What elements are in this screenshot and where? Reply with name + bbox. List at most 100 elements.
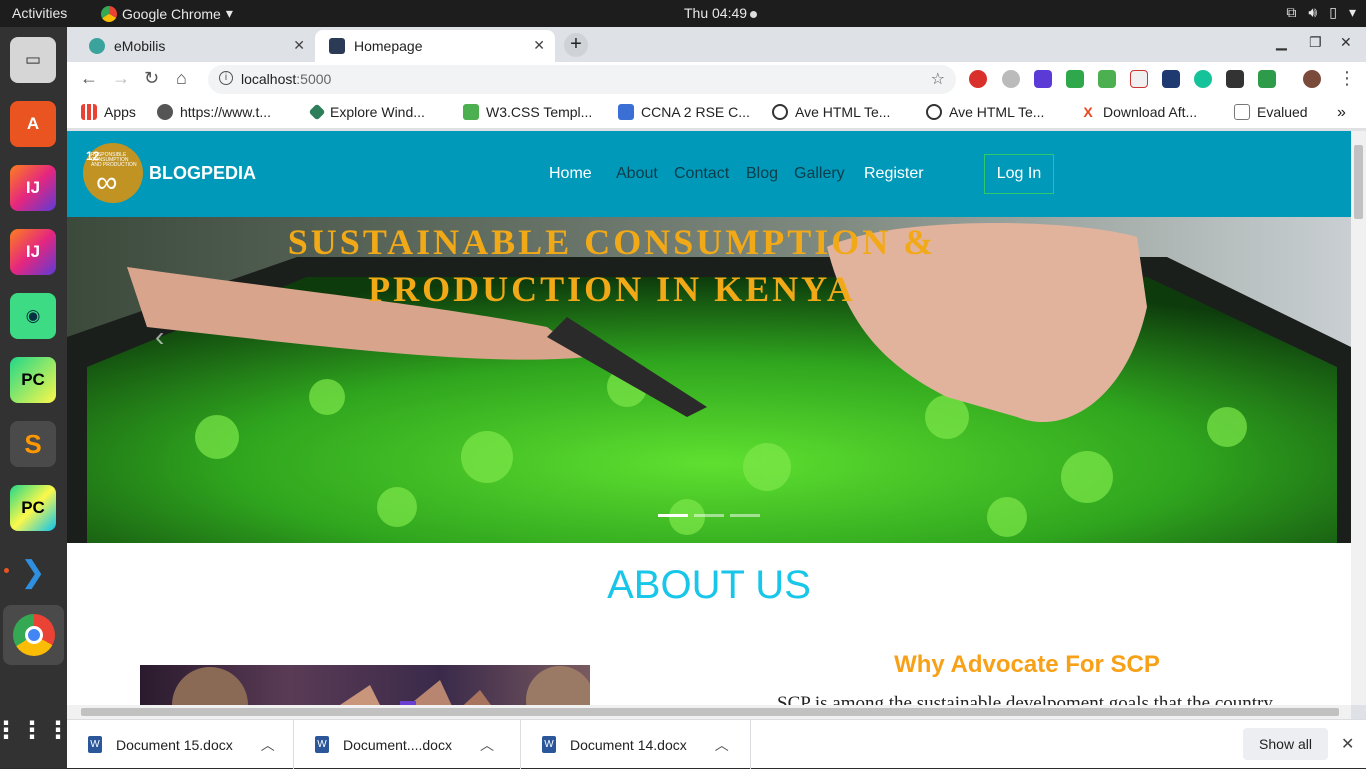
bookmark-label: Ave HTML Te... <box>795 104 891 120</box>
bookmark-label: https://www.t... <box>180 104 272 120</box>
close-icon[interactable]: ✕ <box>1341 734 1354 754</box>
vscode-icon[interactable]: ❯ <box>10 549 56 595</box>
bookmarks-overflow-icon[interactable]: » <box>1337 104 1346 122</box>
close-icon[interactable]: ✕ <box>533 37 545 54</box>
nav-gallery[interactable]: Gallery <box>794 165 845 183</box>
menu-icon[interactable]: ⋮ <box>1338 68 1356 89</box>
extension-icon[interactable] <box>1162 70 1180 88</box>
terminal-icon <box>329 38 345 54</box>
new-tab-button[interactable]: + <box>564 33 588 57</box>
apps-grid-icon <box>81 104 97 120</box>
chrome-icon[interactable] <box>3 605 64 665</box>
minimize-icon[interactable]: ▁ <box>1276 34 1287 51</box>
login-button[interactable]: Log In <box>984 154 1054 194</box>
nav-contact[interactable]: Contact <box>674 165 729 183</box>
bookmark-star-icon[interactable]: ☆ <box>931 69 945 89</box>
show-applications-icon[interactable]: ⋮⋮⋮ <box>0 707 70 753</box>
bookmark-item[interactable]: Explore Wind... <box>308 103 425 121</box>
chevron-up-icon[interactable]: ︿ <box>715 735 729 755</box>
close-window-icon[interactable]: ✕ <box>1340 34 1352 51</box>
adblock-icon[interactable] <box>969 70 987 88</box>
restore-icon[interactable]: ❐ <box>1309 34 1322 51</box>
clock-label: Thu 04:49 <box>684 5 748 21</box>
intellij-idea-icon[interactable]: IJ <box>10 165 56 211</box>
bookmark-item[interactable]: CCNA 2 RSE C... <box>618 104 750 120</box>
running-indicator <box>4 568 9 573</box>
clock[interactable]: Thu 04:49 <box>684 5 758 21</box>
nav-home[interactable]: Home <box>549 165 592 183</box>
carousel-indicator[interactable] <box>658 514 688 517</box>
carousel-indicator[interactable] <box>694 514 724 517</box>
w3-icon <box>463 104 479 120</box>
sublime-text-icon[interactable]: S <box>10 421 56 467</box>
download-item[interactable]: W Document 14.docx ︿ <box>521 720 751 769</box>
bookmark-label: Download Aft... <box>1103 104 1198 120</box>
bookmark-item[interactable]: Ave HTML Te... <box>926 104 1044 120</box>
close-icon[interactable]: ✕ <box>293 37 305 54</box>
nav-register[interactable]: Register <box>864 165 924 183</box>
pycharm-icon[interactable]: PC <box>10 357 56 403</box>
software-center-icon[interactable]: A <box>10 101 56 147</box>
android-studio-icon[interactable]: ◉ <box>10 293 56 339</box>
horizontal-scrollbar[interactable] <box>67 705 1351 719</box>
volume-icon: 🔊︎ <box>1308 4 1318 20</box>
grammarly-icon[interactable] <box>1194 70 1212 88</box>
sdg12-logo[interactable]: RESPONSIBLE CONSUMPTION AND PRODUCTION 1… <box>83 143 143 203</box>
info-icon[interactable]: i <box>219 71 233 85</box>
forward-icon[interactable]: → <box>112 68 130 89</box>
download-filename: Document....docx <box>343 736 452 753</box>
bookmark-item[interactable]: X Download Aft... <box>1080 104 1197 120</box>
carousel-prev-icon[interactable]: ‹ <box>155 321 164 353</box>
bookmark-label: CCNA 2 RSE C... <box>641 104 750 120</box>
pycharm-icon[interactable]: PC <box>10 485 56 531</box>
bookmark-item[interactable]: Ave HTML Te... <box>772 104 890 120</box>
extension-icon[interactable] <box>1226 70 1244 88</box>
download-filename: Document 14.docx <box>570 736 687 753</box>
scroll-thumb[interactable] <box>81 708 1339 716</box>
extension-icon[interactable] <box>1258 70 1276 88</box>
extension-icon[interactable] <box>1066 70 1084 88</box>
extension-icon[interactable] <box>1002 70 1020 88</box>
system-tray[interactable]: ⧉ 🔊︎ ▯ ▾ <box>1286 4 1356 21</box>
carousel-indicator[interactable] <box>730 514 760 517</box>
bookmark-item[interactable]: Evalued <box>1234 104 1308 120</box>
site-navbar: RESPONSIBLE CONSUMPTION AND PRODUCTION 1… <box>67 131 1351 217</box>
bookmark-item[interactable]: https://www.t... <box>157 104 271 120</box>
profile-avatar[interactable] <box>1303 70 1321 88</box>
bookmark-apps[interactable]: Apps <box>81 104 136 120</box>
bookmark-item[interactable]: W3.CSS Templ... <box>463 104 592 120</box>
address-bar[interactable]: i localhost:5000 ☆ <box>208 65 956 94</box>
files-icon[interactable]: ▭ <box>10 37 56 83</box>
app-menu[interactable]: Google Chrome ▾ <box>101 5 233 22</box>
url-host: localhost <box>241 71 297 87</box>
x-icon: X <box>1083 104 1093 120</box>
chevron-up-icon[interactable]: ︿ <box>480 735 494 755</box>
hero-carousel[interactable]: SUSTAINABLE CONSUMPTION & PRODUCTION IN … <box>67 217 1351 543</box>
extension-icon[interactable] <box>1130 70 1148 88</box>
download-item[interactable]: W Document 15.docx ︿ <box>67 720 294 769</box>
tab-emobilis[interactable]: eMobilis ✕ <box>75 30 315 62</box>
download-item[interactable]: W Document....docx ︿ <box>294 720 521 769</box>
back-icon[interactable]: ← <box>80 68 98 89</box>
hero-title: SUSTAINABLE CONSUMPTION & PRODUCTION IN … <box>207 219 1017 313</box>
word-doc-icon: W <box>542 736 556 753</box>
activities-button[interactable]: Activities <box>12 5 67 21</box>
nav-blog[interactable]: Blog <box>746 165 778 183</box>
system-top-bar: Activities Google Chrome ▾ Thu 04:49 ⧉ 🔊… <box>0 0 1366 27</box>
hero-title-line2: PRODUCTION IN KENYA <box>368 269 856 309</box>
chrome-icon <box>101 5 117 22</box>
extension-icon[interactable] <box>1098 70 1116 88</box>
chevron-down-icon: ▾ <box>1348 4 1356 20</box>
nav-about[interactable]: About <box>616 165 658 183</box>
chevron-up-icon[interactable]: ︿ <box>261 735 275 755</box>
intellij-idea-icon[interactable]: IJ <box>10 229 56 275</box>
home-icon[interactable]: ⌂ <box>176 68 187 89</box>
tab-homepage[interactable]: Homepage ✕ <box>315 30 555 62</box>
reload-icon[interactable]: ↻ <box>144 68 159 89</box>
extension-icon[interactable] <box>1034 70 1052 88</box>
brand-name[interactable]: BLOGPEDIA <box>149 163 256 184</box>
vertical-scrollbar[interactable] <box>1351 131 1366 705</box>
ring-icon <box>772 104 788 120</box>
show-all-button[interactable]: Show all <box>1243 728 1328 760</box>
scroll-thumb[interactable] <box>1354 145 1363 219</box>
